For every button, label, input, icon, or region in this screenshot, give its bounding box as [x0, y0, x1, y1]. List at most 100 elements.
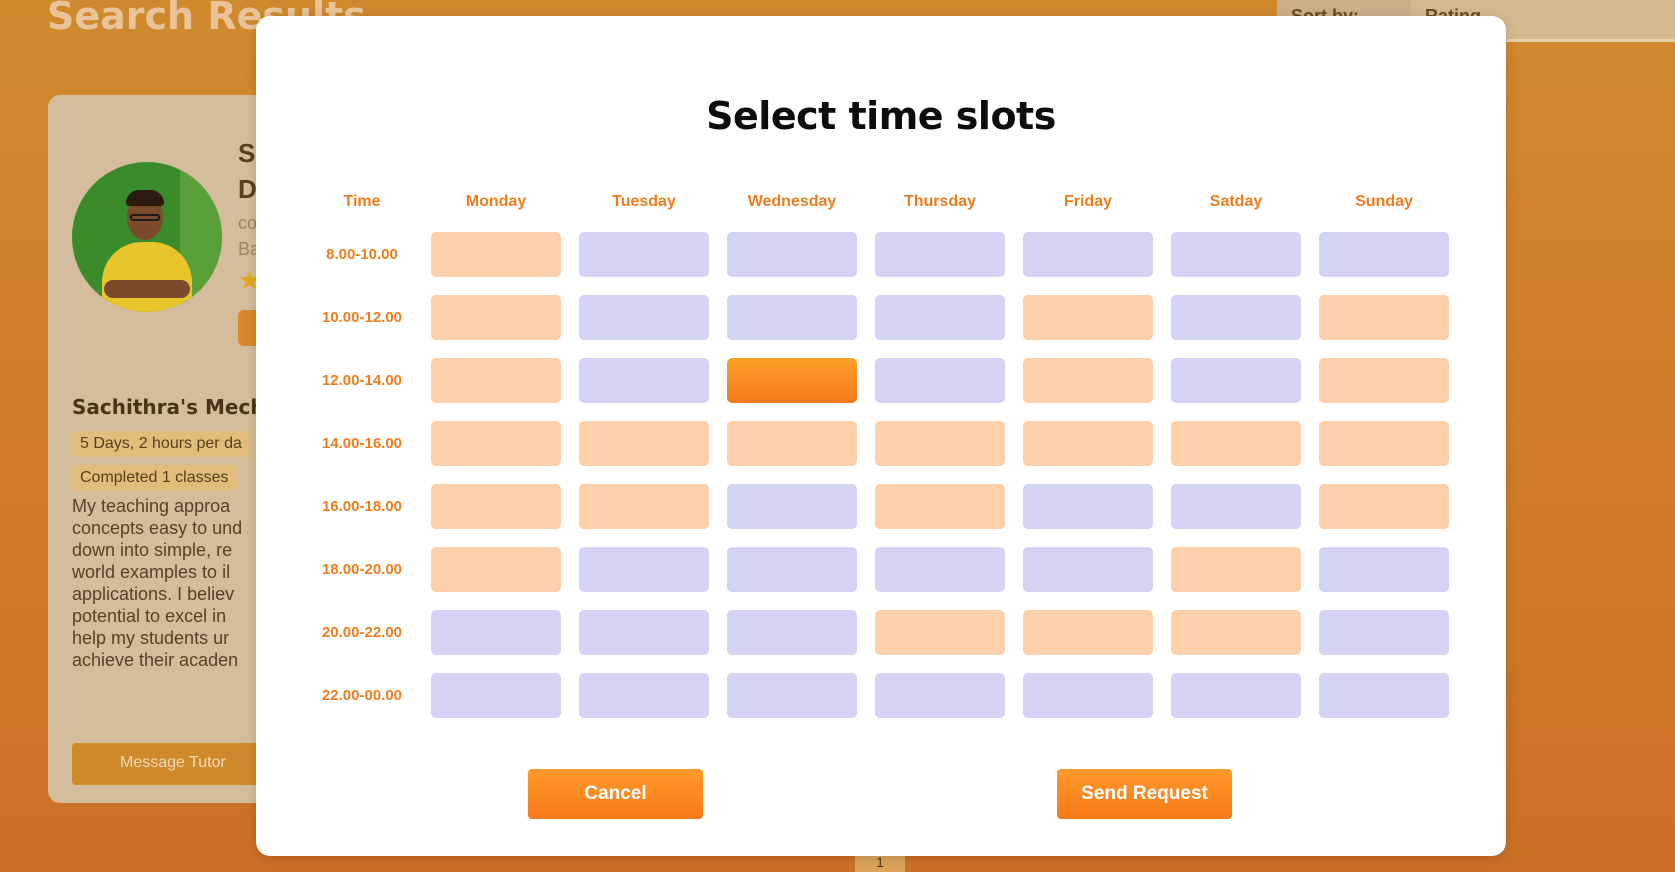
time-slot-wednesday-available[interactable] — [727, 673, 857, 718]
time-label: 20.00-22.00 — [321, 624, 403, 641]
time-slot-thursday-available[interactable] — [875, 232, 1005, 277]
time-slot-sunday-available[interactable] — [1319, 610, 1449, 655]
time-slot-satday-busy[interactable] — [1171, 421, 1301, 466]
course-title: Sachithra's Mecha — [72, 395, 279, 419]
cancel-button[interactable]: Cancel — [528, 769, 703, 819]
time-slot-satday-busy[interactable] — [1171, 610, 1301, 655]
slot-cell — [1014, 664, 1162, 727]
slot-cell — [1162, 286, 1310, 349]
slot-cell — [570, 538, 718, 601]
completed-badge: Completed 1 classes — [72, 465, 237, 491]
time-slot-satday-busy[interactable] — [1171, 547, 1301, 592]
slot-cell — [1310, 223, 1458, 286]
time-slot-monday-available[interactable] — [431, 610, 561, 655]
time-label: 18.00-20.00 — [321, 561, 403, 578]
time-slot-wednesday-available[interactable] — [727, 610, 857, 655]
time-slot-friday-busy[interactable] — [1023, 421, 1153, 466]
time-slot-monday-busy[interactable] — [431, 295, 561, 340]
time-slot-thursday-available[interactable] — [875, 673, 1005, 718]
time-slot-wednesday-available[interactable] — [727, 295, 857, 340]
slot-cell — [1310, 601, 1458, 664]
time-slot-friday-available[interactable] — [1023, 484, 1153, 529]
slot-cell — [570, 664, 718, 727]
time-slot-monday-busy[interactable] — [431, 421, 561, 466]
time-slot-tuesday-available[interactable] — [579, 232, 709, 277]
time-slot-satday-available[interactable] — [1171, 232, 1301, 277]
time-slot-thursday-busy[interactable] — [875, 484, 1005, 529]
time-slot-sunday-busy[interactable] — [1319, 358, 1449, 403]
time-slot-satday-available[interactable] — [1171, 295, 1301, 340]
time-slot-friday-available[interactable] — [1023, 547, 1153, 592]
time-slot-satday-available[interactable] — [1171, 358, 1301, 403]
day-header-thursday: Thursday — [903, 193, 976, 210]
slot-cell — [1162, 538, 1310, 601]
time-slot-monday-available[interactable] — [431, 673, 561, 718]
time-slot-friday-busy[interactable] — [1023, 610, 1153, 655]
time-slot-sunday-available[interactable] — [1319, 232, 1449, 277]
time-slot-sunday-available[interactable] — [1319, 673, 1449, 718]
slot-cell — [1014, 349, 1162, 412]
time-slot-wednesday-selected[interactable] — [727, 358, 857, 403]
slot-cell — [866, 349, 1014, 412]
time-slot-sunday-available[interactable] — [1319, 547, 1449, 592]
time-label: 16.00-18.00 — [321, 498, 403, 515]
time-label: 14.00-16.00 — [321, 435, 403, 452]
day-header-sunday: Sunday — [1355, 193, 1413, 210]
time-slot-thursday-available[interactable] — [875, 358, 1005, 403]
time-slot-satday-available[interactable] — [1171, 673, 1301, 718]
slot-cell — [718, 475, 866, 538]
slot-cell — [570, 223, 718, 286]
time-slot-tuesday-busy[interactable] — [579, 484, 709, 529]
time-slot-wednesday-busy[interactable] — [727, 421, 857, 466]
slot-cell — [1310, 286, 1458, 349]
slot-cell — [570, 349, 718, 412]
time-slot-friday-available[interactable] — [1023, 673, 1153, 718]
time-slot-sunday-busy[interactable] — [1319, 484, 1449, 529]
slot-cell — [570, 412, 718, 475]
slot-cell — [1310, 664, 1458, 727]
slot-cell — [1162, 349, 1310, 412]
time-slot-tuesday-available[interactable] — [579, 547, 709, 592]
day-header-tuesday: Tuesday — [612, 193, 676, 210]
time-label: 10.00-12.00 — [321, 309, 403, 326]
schedule-badge: 5 Days, 2 hours per da — [72, 431, 250, 457]
time-slot-sunday-busy[interactable] — [1319, 421, 1449, 466]
time-slot-tuesday-available[interactable] — [579, 295, 709, 340]
time-slot-thursday-busy[interactable] — [875, 421, 1005, 466]
time-slot-monday-busy[interactable] — [431, 232, 561, 277]
slot-cell — [1162, 223, 1310, 286]
slot-cell — [1014, 601, 1162, 664]
time-slot-friday-busy[interactable] — [1023, 358, 1153, 403]
time-slot-tuesday-busy[interactable] — [579, 421, 709, 466]
time-slot-friday-busy[interactable] — [1023, 295, 1153, 340]
slot-cell — [718, 412, 866, 475]
time-slot-wednesday-available[interactable] — [727, 547, 857, 592]
time-slot-thursday-busy[interactable] — [875, 610, 1005, 655]
time-slot-modal: Select time slots Time Monday Tuesday Wedne… — [256, 16, 1506, 856]
modal-title: Select time slots — [706, 94, 1056, 138]
time-slot-thursday-available[interactable] — [875, 547, 1005, 592]
day-header-wednesday: Wednesday — [747, 193, 837, 210]
time-column-header: Time — [343, 193, 381, 210]
day-header-friday: Friday — [1063, 193, 1112, 210]
time-slot-tuesday-available[interactable] — [579, 673, 709, 718]
slot-cell — [570, 601, 718, 664]
time-slot-satday-available[interactable] — [1171, 484, 1301, 529]
slot-cell — [1014, 223, 1162, 286]
time-slot-friday-available[interactable] — [1023, 232, 1153, 277]
time-slot-wednesday-available[interactable] — [727, 484, 857, 529]
time-slot-sunday-busy[interactable] — [1319, 295, 1449, 340]
time-slot-monday-busy[interactable] — [431, 358, 561, 403]
time-slot-monday-busy[interactable] — [431, 484, 561, 529]
time-slot-monday-busy[interactable] — [431, 547, 561, 592]
slot-cell — [1310, 412, 1458, 475]
slot-cell — [422, 601, 570, 664]
slot-cell — [570, 286, 718, 349]
time-slot-tuesday-available[interactable] — [579, 610, 709, 655]
slot-cell — [718, 601, 866, 664]
time-slot-thursday-available[interactable] — [875, 295, 1005, 340]
time-slot-tuesday-available[interactable] — [579, 358, 709, 403]
send-request-button[interactable]: Send Request — [1057, 769, 1232, 819]
time-label: 12.00-14.00 — [321, 372, 403, 389]
time-slot-wednesday-available[interactable] — [727, 232, 857, 277]
